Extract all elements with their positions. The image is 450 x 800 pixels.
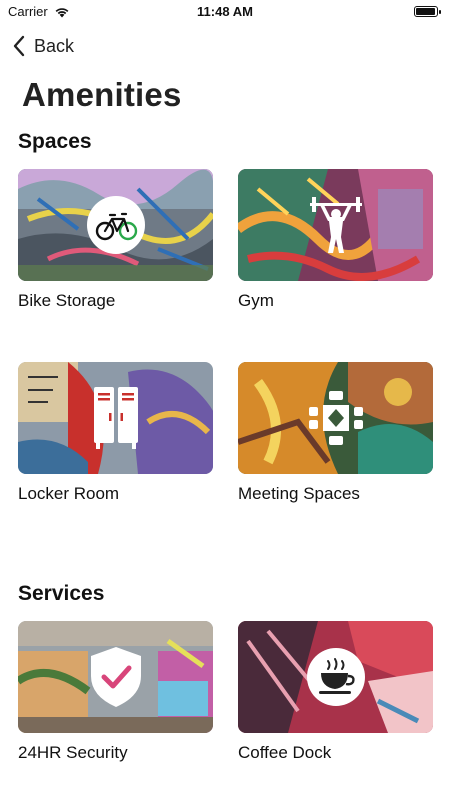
bicycle-icon [86, 196, 145, 254]
back-button[interactable]: Back [12, 32, 74, 60]
amenity-label: Coffee Dock [238, 743, 332, 762]
back-label: Back [34, 35, 75, 56]
status-bar: Carrier 11:48 AM [0, 0, 450, 24]
amenity-card-bike-storage[interactable]: Bike Storage [18, 169, 213, 311]
security-shield-icon [90, 647, 141, 707]
amenity-label: 24HR Security [18, 743, 128, 762]
amenity-label: Locker Room [18, 484, 120, 503]
coffee-cup-icon [306, 648, 365, 706]
page-title: Amenities [22, 76, 182, 113]
amenity-label: Gym [238, 291, 274, 310]
amenity-image [238, 362, 433, 474]
amenity-image [18, 621, 213, 733]
amenity-card-gym[interactable]: Gym [238, 169, 433, 311]
battery-icon [414, 6, 441, 17]
amenity-card-24hr-security[interactable]: 24HR Security [18, 621, 213, 763]
amenity-image [238, 169, 433, 281]
amenity-label: Meeting Spaces [238, 484, 360, 503]
weightlifter-icon [309, 197, 362, 253]
amenity-card-coffee-dock[interactable]: Coffee Dock [238, 621, 433, 763]
amenity-card-meeting-spaces[interactable]: Meeting Spaces [238, 362, 433, 504]
amenity-image [238, 621, 433, 733]
amenity-image [18, 169, 213, 281]
locker-icon [93, 387, 138, 449]
section-title-services: Services [18, 582, 105, 605]
section-title-spaces: Spaces [18, 130, 92, 153]
meeting-table-icon [308, 391, 363, 445]
amenity-label: Bike Storage [18, 291, 116, 310]
status-time: 11:48 AM [197, 4, 253, 19]
chevron-left-icon [13, 35, 25, 57]
amenity-card-locker-room[interactable]: Locker Room [18, 362, 213, 504]
amenity-image [18, 362, 213, 474]
